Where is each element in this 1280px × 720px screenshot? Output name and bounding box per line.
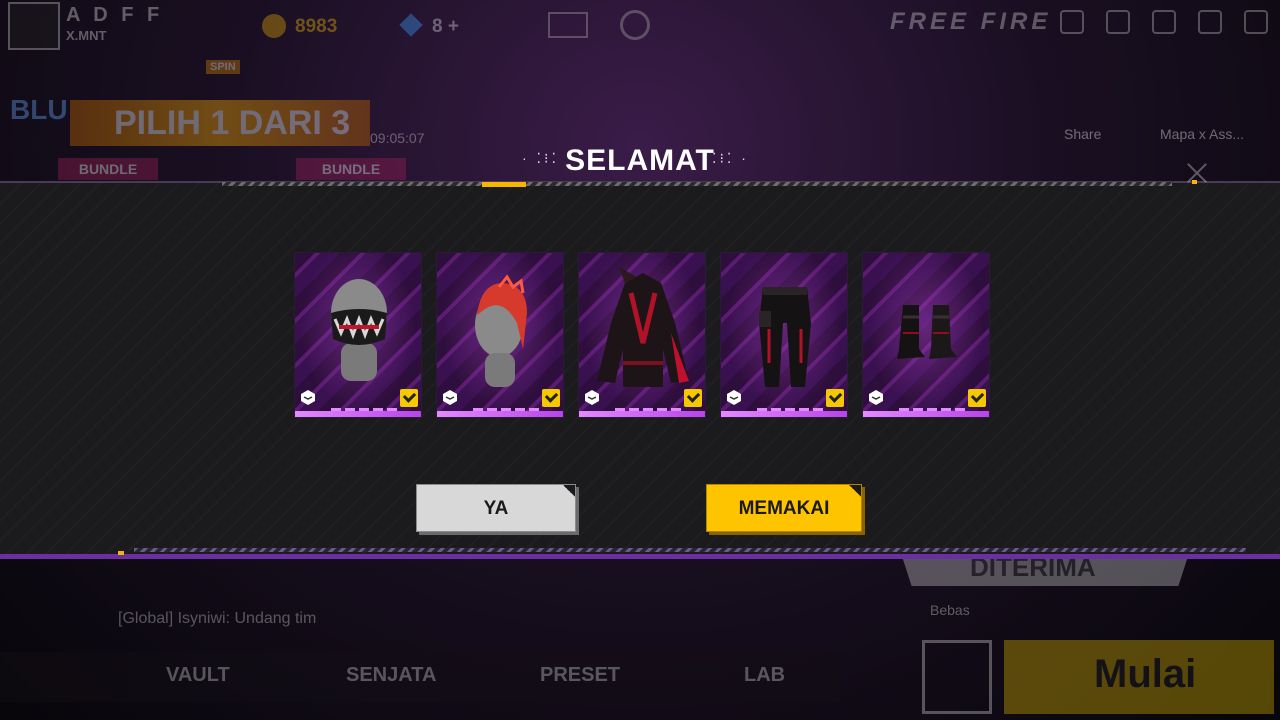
reward-item-list <box>294 252 990 418</box>
equipped-check-icon <box>542 389 560 407</box>
hair-icon <box>475 274 527 387</box>
modal-bottom-border <box>0 554 1280 559</box>
team-size-button[interactable] <box>922 640 992 714</box>
nav-lab[interactable]: LAB <box>744 664 785 687</box>
mode-label[interactable]: Bebas <box>930 602 970 618</box>
gold-amount: 8983 <box>295 16 338 37</box>
equipped-check-icon <box>400 389 418 407</box>
rarity-icon <box>585 390 599 405</box>
game-screen: A D F F X.MNT 8983 8 + FREE FIRE BLU SPI… <box>0 0 1280 720</box>
spin-tag: SPIN <box>206 60 240 74</box>
modal-title: SELAMAT <box>565 144 715 177</box>
rarity-icon <box>301 390 315 405</box>
diamond-icon <box>399 13 423 37</box>
top-menu-icons <box>1060 10 1268 34</box>
gear-icon[interactable] <box>1198 10 1222 34</box>
equipped-check-icon <box>684 389 702 407</box>
friends-icon[interactable] <box>1106 10 1130 34</box>
nav-senjata[interactable]: SENJATA <box>346 664 436 687</box>
confirm-button[interactable]: YA <box>416 484 576 532</box>
modal-corner-marker <box>118 551 124 555</box>
promo-title: PILIH 1 DARI 3 <box>114 104 351 142</box>
target-icon[interactable] <box>620 10 650 40</box>
shield-icon[interactable] <box>1060 10 1084 34</box>
player-guild-tag: X.MNT <box>66 28 107 43</box>
rarity-bar <box>437 411 563 417</box>
modal-top-stripe <box>222 182 1172 186</box>
share-label[interactable]: Share <box>1064 126 1101 142</box>
mask-icon <box>331 279 387 381</box>
modal-bottom-stripe <box>134 548 1246 552</box>
mail-icon[interactable] <box>1152 10 1176 34</box>
rarity-bar <box>863 411 989 417</box>
player-avatar[interactable] <box>8 2 60 50</box>
rarity-bar <box>295 411 421 417</box>
reward-item-pants[interactable] <box>720 252 848 418</box>
rarity-bar <box>721 411 847 417</box>
diamond-amount[interactable]: 8 + <box>432 16 459 38</box>
equipped-check-icon <box>968 389 986 407</box>
equipped-check-icon <box>826 389 844 407</box>
close-icon[interactable] <box>1184 160 1210 186</box>
boots-icon <box>897 305 957 359</box>
equip-button[interactable]: MEMAKAI <box>706 484 862 532</box>
reward-item-top[interactable] <box>578 252 706 418</box>
lobby-top-bar: A D F F X.MNT 8983 8 + FREE FIRE <box>0 0 1280 50</box>
nav-preset[interactable]: PRESET <box>540 664 620 687</box>
lobby-bottom-bar: [Global] Isyniwi: Undang tim VAULT SENJA… <box>0 550 1280 720</box>
rarity-bar <box>579 411 705 417</box>
map-label[interactable]: Mapa x Ass... <box>1160 126 1244 142</box>
rarity-icon <box>727 390 741 405</box>
jacket-icon <box>597 267 689 387</box>
rarity-icon <box>443 390 457 405</box>
gold-coin-icon <box>262 14 286 38</box>
menu-icon[interactable] <box>1244 10 1268 34</box>
nav-vault[interactable]: VAULT <box>166 664 230 687</box>
reward-item-mask[interactable] <box>294 252 422 418</box>
start-label: Mulai <box>1094 652 1197 696</box>
reward-item-hair[interactable] <box>436 252 564 418</box>
rarity-icon <box>869 390 883 405</box>
promo-left-label: BLU <box>10 94 68 125</box>
title-decoration-right: ⁚⁝⁚ · <box>712 150 749 166</box>
player-name: A D F F <box>66 4 164 26</box>
pants-icon <box>759 287 811 387</box>
card-icon[interactable] <box>548 12 588 38</box>
chat-message[interactable]: [Global] Isyniwi: Undang tim <box>118 610 316 628</box>
reward-item-shoes[interactable] <box>862 252 990 418</box>
modal-tab-accent <box>482 182 526 187</box>
game-logo: FREE FIRE <box>890 8 1052 35</box>
